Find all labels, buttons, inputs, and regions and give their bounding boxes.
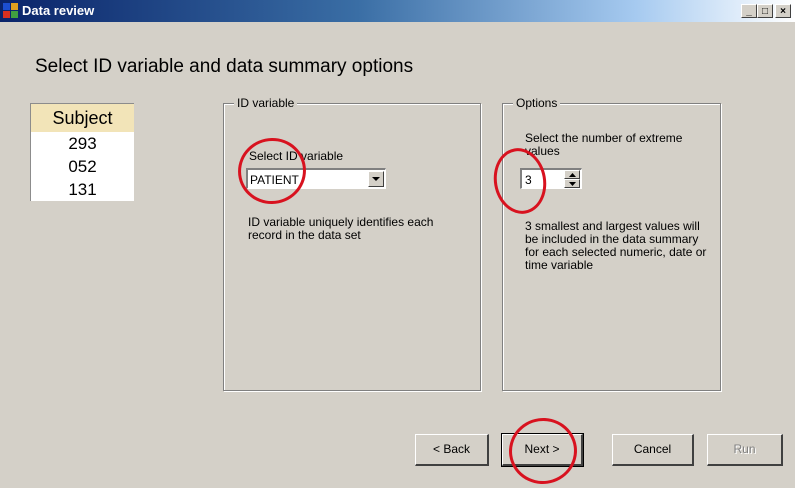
- extreme-values-value: 3: [525, 173, 532, 187]
- back-button[interactable]: < Back: [415, 434, 489, 466]
- title-bar[interactable]: Data review _ □ ×: [0, 0, 795, 22]
- table-header: Subject: [31, 104, 134, 132]
- select-id-label: Select ID variable: [249, 149, 344, 163]
- id-variable-select[interactable]: PATIENT: [246, 168, 386, 189]
- id-variable-group: ID variable: [223, 96, 481, 391]
- close-icon[interactable]: ×: [775, 4, 791, 18]
- maximize-icon[interactable]: □: [757, 4, 773, 18]
- app-icon: [3, 3, 19, 19]
- cancel-button[interactable]: Cancel: [612, 434, 694, 466]
- window-title: Data review: [22, 3, 95, 18]
- extreme-values-label: Select the number of extreme values: [525, 131, 683, 158]
- next-button[interactable]: Next >: [501, 433, 584, 467]
- table-cell: 293: [31, 132, 134, 155]
- page-title: Select ID variable and data summary opti…: [35, 56, 414, 77]
- id-variable-legend: ID variable: [234, 96, 298, 110]
- chevron-down-icon[interactable]: [368, 171, 384, 187]
- minimize-icon[interactable]: _: [741, 4, 757, 18]
- table-cell: 131: [31, 178, 134, 201]
- stepper-up-icon[interactable]: [564, 170, 580, 179]
- table-cell: 052: [31, 155, 134, 178]
- extreme-values-description: 3 smallest and largest values will be in…: [525, 219, 707, 272]
- subject-sample-table: Subject 293 052 131: [30, 103, 134, 201]
- options-legend: Options: [513, 96, 561, 110]
- id-variable-description: ID variable uniquely identifies each rec…: [248, 215, 434, 242]
- id-variable-value: PATIENT: [250, 173, 299, 187]
- extreme-values-stepper[interactable]: 3: [520, 168, 582, 189]
- stepper-down-icon[interactable]: [564, 179, 580, 188]
- run-button[interactable]: Run: [707, 434, 783, 466]
